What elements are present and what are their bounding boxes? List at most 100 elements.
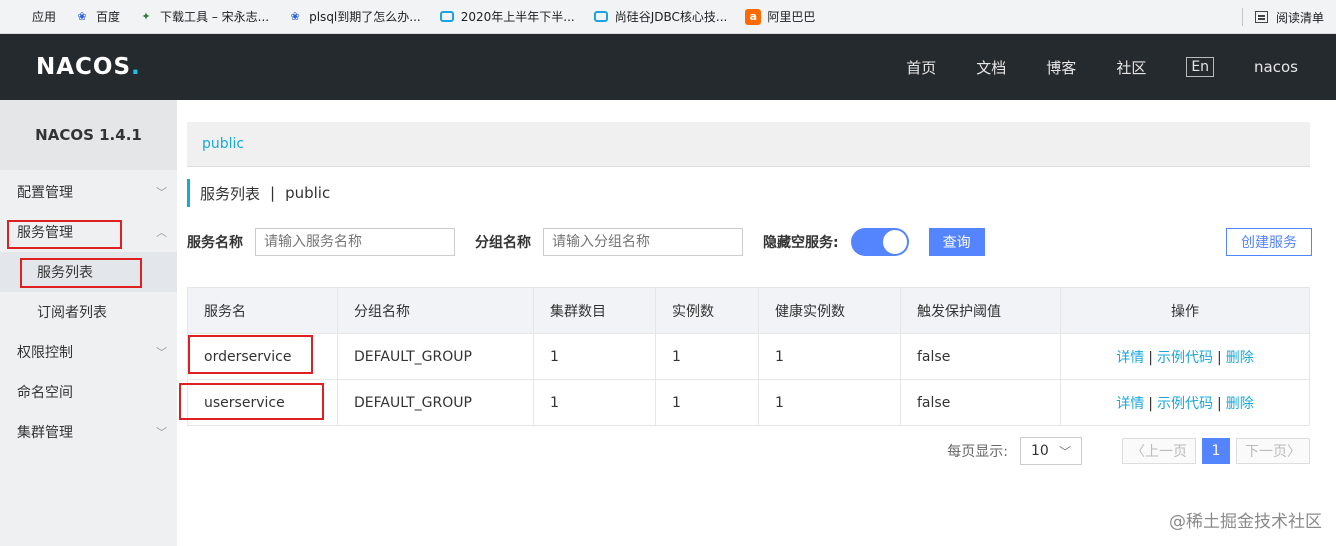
column-header: 操作 <box>1060 287 1310 334</box>
page-title: 服务列表 | public <box>187 179 330 207</box>
per-page-select[interactable]: 10 ﹀ <box>1020 437 1082 465</box>
sidebar-item-label: 集群管理 <box>17 425 73 441</box>
table-header-row: 服务名 分组名称 集群数目 实例数 健康实例数 触发保护阈值 操作 <box>187 287 1310 334</box>
next-page-button[interactable]: 下一页〉 <box>1236 438 1310 464</box>
operations-cell: 详情 | 示例代码 | 删除 <box>1060 379 1310 426</box>
highlight-box-userservice <box>179 383 324 420</box>
column-header: 健康实例数 <box>758 287 901 334</box>
prev-page-label: 上一页 <box>1145 444 1187 460</box>
group-cell: DEFAULT_GROUP <box>337 333 534 380</box>
bookmark-alibaba[interactable]: a 阿里巴巴 <box>745 8 815 25</box>
sample-code-link[interactable]: 示例代码 <box>1157 396 1213 412</box>
bookmark-2020[interactable]: 2020年上半年下半... <box>439 8 575 25</box>
leaf-icon: ✦ <box>141 10 151 23</box>
chevron-down-icon: ﹀ <box>156 346 167 359</box>
per-page-label: 每页显示: <box>947 444 1008 460</box>
apps-icon <box>10 9 26 25</box>
sidebar-title: NACOS 1.4.1 <box>0 100 177 170</box>
nav-home[interactable]: 首页 <box>906 57 936 78</box>
chevron-right-icon: 〉 <box>1287 444 1301 460</box>
prev-page-button[interactable]: 〈上一页 <box>1122 438 1196 464</box>
bookmarks-bar: 应用 ❀ 百度 ✦ 下载工具 – 宋永志... ❀ plsql到期了怎么办...… <box>0 0 1336 34</box>
bookmark-apps[interactable]: 应用 <box>10 8 56 25</box>
ops-separator: | <box>1217 349 1222 366</box>
threshold-cell: false <box>900 379 1061 426</box>
sidebar-item-label: 权限控制 <box>17 345 73 361</box>
sidebar-item-auth[interactable]: 权限控制 ﹀ <box>0 332 177 372</box>
bilibili-tv-icon <box>439 9 455 25</box>
pagination: 每页显示: 10 ﹀ 〈上一页 1 下一页〉 <box>947 437 1310 465</box>
sidebar-item-config[interactable]: 配置管理 ﹀ <box>0 172 177 212</box>
table-row: userservice DEFAULT_GROUP 1 1 1 false 详情… <box>187 379 1310 426</box>
main-content: public 服务列表 | public 服务名称 分组名称 隐藏空服务: 查询… <box>177 100 1336 546</box>
hide-empty-toggle[interactable] <box>850 228 909 256</box>
nacos-logo[interactable]: NACOS. <box>36 54 141 80</box>
bookmark-baidu[interactable]: ❀ 百度 <box>74 8 120 25</box>
sidebar-item-label: 命名空间 <box>17 385 73 401</box>
bookmark-plsql[interactable]: ❀ plsql到期了怎么办... <box>287 8 421 25</box>
reading-list-label: 阅读清单 <box>1275 10 1324 25</box>
reading-list-button[interactable]: 阅读清单 <box>1241 0 1324 34</box>
query-button[interactable]: 查询 <box>928 228 985 256</box>
delete-link[interactable]: 删除 <box>1226 350 1254 366</box>
next-page-label: 下一页 <box>1245 444 1287 460</box>
top-header: NACOS. 首页 文档 博客 社区 En nacos <box>0 34 1336 100</box>
nav-blog[interactable]: 博客 <box>1046 57 1076 78</box>
column-header: 触发保护阈值 <box>900 287 1061 334</box>
namespace-bar: public <box>187 122 1310 167</box>
nav-docs[interactable]: 文档 <box>976 57 1006 78</box>
sidebar-item-label: 配置管理 <box>17 185 73 201</box>
bookmark-download-tools[interactable]: ✦ 下载工具 – 宋永志... <box>138 8 269 25</box>
detail-link[interactable]: 详情 <box>1116 396 1144 412</box>
create-service-button[interactable]: 创建服务 <box>1226 228 1312 256</box>
service-table: 服务名 分组名称 集群数目 实例数 健康实例数 触发保护阈值 操作 orders… <box>187 287 1310 426</box>
chevron-down-icon: ﹀ <box>156 426 167 439</box>
baidu-paw-icon: ❀ <box>77 10 87 23</box>
column-header: 服务名 <box>187 287 338 334</box>
page-title-separator: | <box>270 184 276 202</box>
reading-list-icon <box>1254 11 1268 23</box>
threshold-cell: false <box>900 333 1061 380</box>
highlight-box-service-menu <box>7 220 122 249</box>
highlight-box-service-list <box>20 258 142 288</box>
namespace-tab-public[interactable]: public <box>202 136 244 152</box>
sidebar-item-subscribers[interactable]: 订阅者列表 <box>0 292 177 332</box>
bookmark-label: 阿里巴巴 <box>767 10 816 24</box>
nav-community[interactable]: 社区 <box>1116 57 1146 78</box>
user-menu[interactable]: nacos <box>1254 58 1298 76</box>
logo-text: NACOS <box>36 54 132 80</box>
healthy-count-cell: 1 <box>758 379 901 426</box>
chevron-down-icon: ﹀ <box>156 186 167 199</box>
healthy-count-cell: 1 <box>758 333 901 380</box>
sidebar-item-cluster[interactable]: 集群管理 ﹀ <box>0 412 177 452</box>
bookmark-label: 应用 <box>32 10 57 24</box>
group-name-label: 分组名称 <box>475 235 531 251</box>
language-switch[interactable]: En <box>1186 57 1215 77</box>
sidebar: NACOS 1.4.1 配置管理 ﹀ 服务管理 ︿ 服务列表 订阅者列表 权限控… <box>0 100 177 546</box>
watermark: @稀土掘金技术社区 <box>1169 512 1322 532</box>
ops-separator: | <box>1148 395 1153 412</box>
logo-dot: . <box>131 54 141 80</box>
bilibili-tv-icon <box>593 9 609 25</box>
filter-bar: 服务名称 分组名称 隐藏空服务: 查询 创建服务 <box>187 228 1312 256</box>
service-name-label: 服务名称 <box>187 235 243 251</box>
column-header: 实例数 <box>655 287 759 334</box>
bookmark-jdbc[interactable]: 尚硅谷JDBC核心技... <box>593 8 727 25</box>
instance-count-cell: 1 <box>655 379 759 426</box>
instance-count-cell: 1 <box>655 333 759 380</box>
page-number-current[interactable]: 1 <box>1202 438 1230 464</box>
baidu-paw-icon: ❀ <box>290 10 300 23</box>
detail-link[interactable]: 详情 <box>1116 350 1144 366</box>
sample-code-link[interactable]: 示例代码 <box>1157 350 1213 366</box>
highlight-box-orderservice <box>188 335 313 374</box>
sidebar-item-namespace[interactable]: 命名空间 <box>0 372 177 412</box>
group-name-input[interactable] <box>543 228 743 256</box>
delete-link[interactable]: 删除 <box>1226 396 1254 412</box>
bookmark-label: plsql到期了怎么办... <box>309 10 421 24</box>
toggle-knob <box>882 230 907 254</box>
chevron-left-icon: 〈 <box>1131 444 1145 460</box>
service-name-input[interactable] <box>255 228 455 256</box>
chevron-up-icon: ︿ <box>156 226 167 239</box>
operations-cell: 详情 | 示例代码 | 删除 <box>1060 333 1310 380</box>
per-page-value: 10 <box>1031 443 1049 459</box>
